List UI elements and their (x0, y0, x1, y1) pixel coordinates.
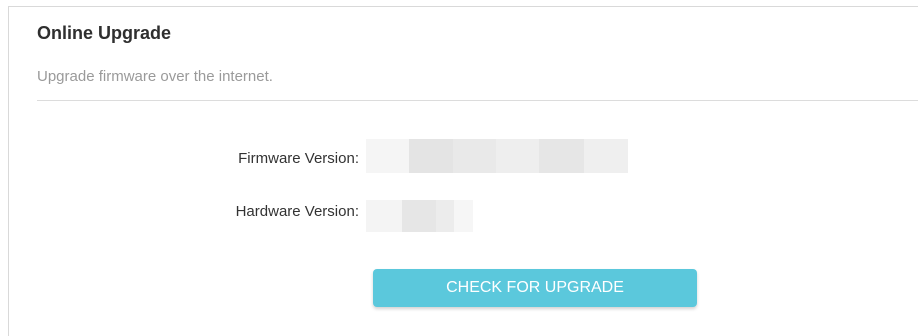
firmware-version-value-redacted (366, 139, 628, 173)
section-divider (37, 100, 918, 101)
online-upgrade-panel: Online Upgrade Upgrade firmware over the… (8, 6, 918, 336)
section-title: Online Upgrade (37, 23, 172, 43)
firmware-version-label: Firmware Version: (238, 150, 359, 167)
check-for-upgrade-button[interactable]: CHECK FOR UPGRADE (373, 269, 697, 307)
section-subtitle: Upgrade firmware over the internet. (37, 68, 273, 85)
hardware-version-value-redacted (366, 200, 473, 232)
hardware-version-label: Hardware Version: (235, 203, 359, 220)
